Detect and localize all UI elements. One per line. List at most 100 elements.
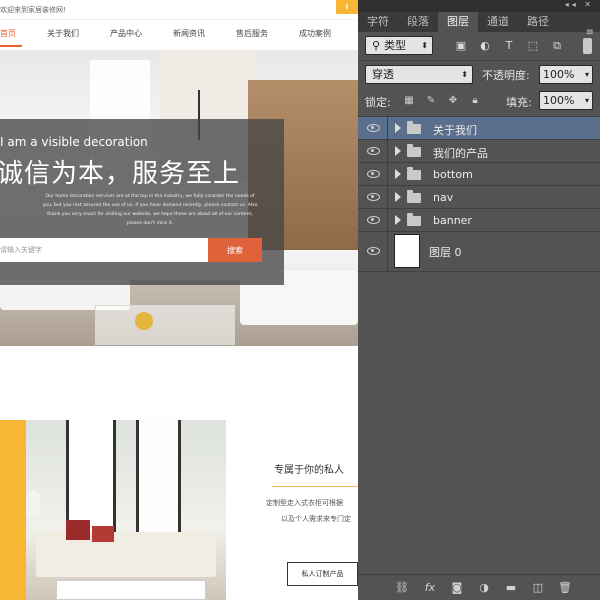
visibility-toggle[interactable] bbox=[358, 186, 388, 208]
chevron-down-icon: ▾ bbox=[584, 96, 589, 105]
filter-kind-label: 类型 bbox=[384, 39, 407, 52]
banner-title: 诚信为本，服务至上 bbox=[0, 159, 241, 189]
search-button[interactable]: 搜索 bbox=[208, 238, 262, 262]
nav-cases[interactable]: 成功案例 bbox=[299, 28, 331, 39]
lock-transparency-icon[interactable]: ▦ bbox=[402, 94, 416, 108]
site-topbar: 欢迎来到家居装修网! Ⅱ bbox=[0, 0, 358, 20]
folder-icon bbox=[407, 167, 421, 180]
about-section-photo bbox=[26, 420, 226, 600]
image-filter-icon[interactable]: ▣ bbox=[454, 39, 468, 53]
lock-label: 锁定: bbox=[365, 96, 391, 109]
visibility-toggle[interactable] bbox=[358, 140, 388, 162]
nav-news[interactable]: 新闻资讯 bbox=[173, 28, 205, 39]
nav-products[interactable]: 产品中心 bbox=[110, 28, 142, 39]
panel-title-strip: ◂◂ ✕ bbox=[358, 0, 600, 12]
eye-icon bbox=[367, 247, 380, 255]
nav-service[interactable]: 售后服务 bbox=[236, 28, 268, 39]
eye-icon bbox=[367, 124, 380, 132]
layer-name: banner bbox=[433, 214, 472, 227]
photo-table bbox=[56, 580, 206, 600]
photo-sofa bbox=[36, 532, 216, 577]
eye-icon bbox=[367, 193, 380, 201]
expand-arrow-icon[interactable] bbox=[395, 169, 401, 179]
banner-description: Our home decoration services are at the … bbox=[42, 194, 258, 226]
visibility-toggle[interactable] bbox=[358, 163, 388, 185]
layer-name: 图层 0 bbox=[429, 246, 462, 259]
layer-thumbnail bbox=[394, 234, 420, 268]
blend-mode-value: 穿透 bbox=[372, 68, 394, 81]
layer-group-banner[interactable]: banner bbox=[358, 209, 600, 232]
layer-group-bottom[interactable]: bottom bbox=[358, 163, 600, 186]
search-icon: ⚲ bbox=[372, 39, 381, 52]
blend-mode-select[interactable]: 穿透 ⬍ bbox=[365, 65, 473, 84]
shape-filter-icon[interactable]: ⬚ bbox=[526, 39, 540, 53]
layer-name: nav bbox=[433, 191, 454, 204]
opacity-label: 不透明度: bbox=[482, 69, 530, 82]
nav-about[interactable]: 关于我们 bbox=[47, 28, 79, 39]
type-filter-icon[interactable]: T bbox=[502, 39, 516, 53]
about-card-text: 定制型走入式衣柜可根据 bbox=[266, 499, 343, 507]
adjustment-layer-icon[interactable]: ◑ bbox=[476, 580, 492, 596]
visibility-toggle[interactable] bbox=[358, 117, 388, 139]
chevron-updown-icon: ⬍ bbox=[461, 70, 468, 79]
link-layers-icon[interactable]: ⛓ bbox=[394, 580, 410, 596]
expand-arrow-icon[interactable] bbox=[395, 123, 401, 133]
adjustment-filter-icon[interactable]: ◐ bbox=[478, 39, 492, 53]
about-card-title: 专属于你的私人 bbox=[274, 465, 344, 476]
smart-object-filter-icon[interactable]: ⧉ bbox=[550, 39, 564, 53]
layer-group-about[interactable]: 关于我们 bbox=[358, 117, 600, 140]
expand-arrow-icon[interactable] bbox=[395, 192, 401, 202]
tab-layers[interactable]: 图层 bbox=[438, 12, 478, 32]
welcome-text: 欢迎来到家居装修网! bbox=[0, 6, 66, 14]
expand-arrow-icon[interactable] bbox=[395, 215, 401, 225]
collapse-panel-icon[interactable]: ◂◂ ✕ bbox=[565, 0, 594, 9]
chevron-down-icon: ▾ bbox=[584, 70, 589, 79]
banner-subtitle: I am a visible decoration bbox=[0, 135, 148, 149]
fx-icon[interactable]: fx bbox=[422, 580, 438, 596]
opacity-value: 100% bbox=[543, 68, 575, 81]
banner-plant bbox=[135, 312, 153, 330]
expand-arrow-icon[interactable] bbox=[395, 146, 401, 156]
folder-icon bbox=[407, 190, 421, 203]
tab-paths[interactable]: 路径 bbox=[518, 12, 558, 32]
eye-icon bbox=[367, 147, 380, 155]
chevron-updown-icon: ⬍ bbox=[421, 41, 428, 50]
tab-paragraph[interactable]: 段落 bbox=[398, 12, 438, 32]
visibility-toggle[interactable] bbox=[358, 231, 388, 271]
topbar-badge: Ⅱ bbox=[336, 0, 358, 14]
layer-name: bottom bbox=[433, 168, 473, 181]
photo-pillow-2 bbox=[92, 526, 114, 542]
add-mask-icon[interactable]: ◙ bbox=[449, 580, 465, 596]
about-card-text-2: 以及个人需求来专门定 bbox=[281, 515, 351, 523]
layer-group-nav[interactable]: nav bbox=[358, 186, 600, 209]
new-layer-icon[interactable]: ◫ bbox=[530, 580, 546, 596]
filter-toggle[interactable] bbox=[583, 38, 592, 54]
custom-product-button[interactable]: 私人订制产品 bbox=[287, 562, 358, 586]
panel-tabbar: 字符 段落 图层 通道 路径 ≡ bbox=[358, 12, 600, 38]
trash-icon[interactable]: 🗑︎ bbox=[557, 580, 573, 596]
nav-home[interactable]: 首页 bbox=[0, 28, 16, 39]
layer-group-products[interactable]: 我们的产品 bbox=[358, 140, 600, 163]
photo-window-2 bbox=[136, 420, 181, 550]
photo-pillow bbox=[66, 520, 90, 540]
blend-row: 穿透 ⬍ 不透明度: 100% ▾ bbox=[358, 60, 600, 86]
eye-icon bbox=[367, 216, 380, 224]
lock-pixels-icon[interactable]: ✎ bbox=[424, 94, 438, 108]
layer-0[interactable]: 图层 0 bbox=[358, 231, 600, 272]
new-group-icon[interactable]: ▬ bbox=[503, 580, 519, 596]
lock-row: 锁定: ▦ ✎ ✥ 🔒︎ 填充: 100% ▾ bbox=[358, 88, 600, 114]
site-nav: 首页 关于我们 产品中心 新闻资讯 售后服务 成功案例 bbox=[0, 22, 358, 48]
layers-footer: ⛓ fx ◙ ◑ ▬ ◫ 🗑︎ bbox=[358, 574, 600, 600]
fill-field[interactable]: 100% ▾ bbox=[539, 91, 593, 110]
opacity-field[interactable]: 100% ▾ bbox=[539, 65, 593, 84]
tab-character[interactable]: 字符 bbox=[358, 12, 398, 32]
tab-channels[interactable]: 通道 bbox=[478, 12, 518, 32]
nav-active-indicator bbox=[0, 45, 22, 47]
folder-icon bbox=[407, 144, 421, 157]
visibility-toggle[interactable] bbox=[358, 209, 388, 231]
search-input[interactable] bbox=[0, 238, 208, 262]
lock-position-icon[interactable]: ✥ bbox=[446, 94, 460, 108]
lock-all-icon[interactable]: 🔒︎ bbox=[468, 94, 482, 108]
folder-icon bbox=[407, 213, 421, 226]
filter-kind-select[interactable]: ⚲ 类型 ⬍ bbox=[365, 36, 433, 55]
